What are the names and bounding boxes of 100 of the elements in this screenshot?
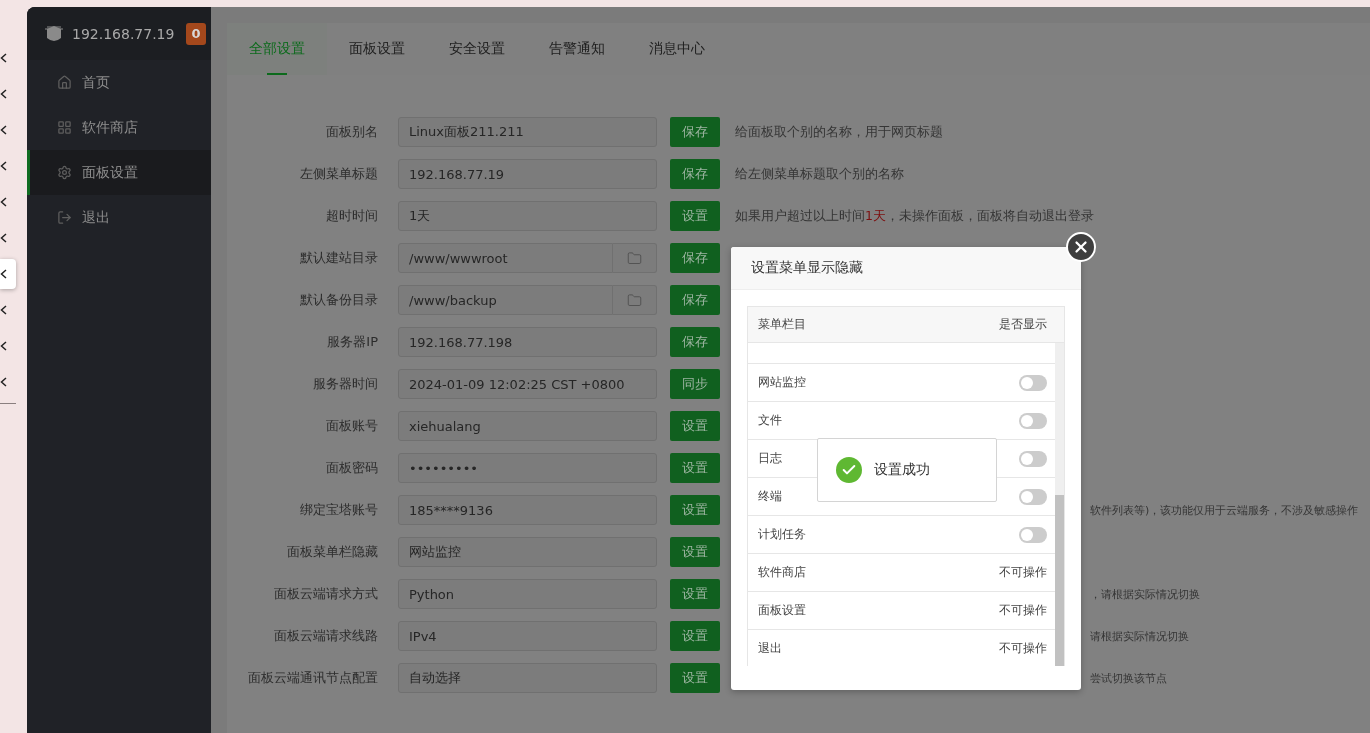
setting-field[interactable]: Linux面板211.211 [398, 117, 657, 147]
close-icon [1072, 238, 1090, 256]
setting-button[interactable]: 保存 [670, 117, 720, 147]
visibility-toggle[interactable] [1019, 374, 1047, 391]
tab[interactable]: 面板设置 [327, 23, 427, 75]
sidebar-item-label: 面板设置 [82, 163, 138, 182]
collapse-tab[interactable] [0, 259, 16, 289]
menu-name-cell: 软件商店 [758, 564, 806, 581]
setting-label: 面板账号 [325, 417, 378, 435]
visibility-toggle[interactable] [1019, 412, 1047, 429]
menu-name-cell: 终端 [758, 488, 782, 505]
setting-button[interactable]: 保存 [670, 285, 720, 315]
setting-label: 服务器时间 [312, 375, 378, 393]
status-cell: 不可操作 [999, 564, 1047, 581]
sidebar-item[interactable]: 软件商店 [27, 105, 211, 150]
setting-field[interactable]: 2024-01-09 12:02:25 CST +0800 [398, 369, 657, 399]
setting-field[interactable]: 网站监控 [398, 537, 657, 567]
setting-field[interactable]: ••••••••• [398, 453, 657, 483]
notification-badge[interactable]: 0 [186, 22, 206, 45]
setting-label: 面板菜单栏隐藏 [286, 543, 378, 561]
chevron-icon [0, 233, 7, 243]
menu-name-cell: 面板设置 [758, 602, 806, 619]
setting-button[interactable]: 保存 [670, 243, 720, 273]
setting-field[interactable]: 1天 [398, 201, 657, 231]
setting-button[interactable]: 设置 [670, 579, 720, 609]
setting-field[interactable]: Python [398, 579, 657, 609]
setting-field[interactable]: 185****9136 [398, 495, 657, 525]
status-cell: 不可操作 [999, 640, 1047, 657]
setting-field[interactable]: 192.168.77.198 [398, 327, 657, 357]
setting-button[interactable]: 保存 [670, 159, 720, 189]
setting-button[interactable]: 保存 [670, 327, 720, 357]
setting-label: 面板别名 [325, 123, 378, 141]
setting-button[interactable]: 设置 [670, 411, 720, 441]
chevron-icon [0, 341, 7, 351]
setting-button[interactable]: 设置 [670, 201, 720, 231]
setting-field[interactable]: /www/wwwroot [398, 243, 613, 273]
exit-icon [57, 210, 72, 225]
setting-button[interactable]: 设置 [670, 537, 720, 567]
setting-label: 超时时间 [325, 207, 378, 225]
status-cell: 不可操作 [999, 602, 1047, 619]
setting-label: 面板云端请求线路 [273, 627, 378, 645]
setting-field[interactable]: /www/backup [398, 285, 613, 315]
setting-description: ，请根据实际情况切换 [1090, 586, 1200, 602]
dialog-title: 设置菜单显示隐藏 [751, 259, 863, 277]
visibility-toggle[interactable] [1019, 488, 1047, 505]
setting-button[interactable]: 设置 [670, 453, 720, 483]
logo-icon [45, 23, 63, 44]
scrollbar[interactable] [1055, 343, 1064, 666]
menu-name-cell: 计划任务 [758, 526, 806, 543]
chevron-icon [0, 161, 7, 171]
setting-description: 如果用户超过以上时间1天，未操作面板，面板将自动退出登录 [735, 207, 1094, 225]
sidebar-item[interactable]: 面板设置 [27, 150, 211, 195]
setting-button[interactable]: 同步 [670, 369, 720, 399]
setting-field[interactable]: IPv4 [398, 621, 657, 651]
setting-description: 给面板取个别的名称，用于网页标题 [735, 123, 943, 141]
menu-name-cell: 文件 [758, 412, 782, 429]
chevron-icon [0, 269, 7, 279]
setting-description: 尝试切换该节点 [1090, 670, 1167, 686]
chevron-icon [0, 53, 7, 63]
setting-label: 默认建站目录 [299, 249, 378, 267]
chevron-icon [0, 89, 7, 99]
menu-name-cell: 网站监控 [758, 374, 806, 391]
tab[interactable]: 消息中心 [627, 23, 727, 75]
setting-label: 默认备份目录 [299, 291, 378, 309]
folder-icon [627, 292, 642, 308]
toast-message: 设置成功 [874, 461, 930, 479]
setting-label: 服务器IP [326, 333, 378, 351]
visibility-toggle[interactable] [1019, 450, 1047, 467]
sidebar-item[interactable]: 首页 [27, 60, 211, 105]
sidebar-item-label: 软件商店 [82, 118, 138, 137]
settings-icon [57, 165, 72, 180]
chevron-icon [0, 197, 7, 207]
setting-button[interactable]: 设置 [670, 621, 720, 651]
setting-description: 给左侧菜单标题取个别的名称 [735, 165, 904, 183]
setting-label: 左侧菜单标题 [299, 165, 378, 183]
setting-description: 软件列表等)，该功能仅用于云端服务，不涉及敏感操作 [1090, 502, 1359, 518]
setting-label: 绑定宝塔账号 [299, 501, 378, 519]
chevron-icon [0, 305, 7, 315]
setting-button[interactable]: 设置 [670, 495, 720, 525]
sidebar-item[interactable]: 退出 [27, 195, 211, 240]
setting-field[interactable]: 192.168.77.19 [398, 159, 657, 189]
folder-icon [627, 250, 642, 266]
tab[interactable]: 告警通知 [527, 23, 627, 75]
visibility-toggle[interactable] [1019, 526, 1047, 543]
setting-field[interactable]: xiehualang [398, 411, 657, 441]
tab[interactable]: 安全设置 [427, 23, 527, 75]
sidebar-title: 192.168.77.19 [72, 25, 176, 42]
sidebar-item-label: 退出 [82, 208, 110, 227]
setting-button[interactable]: 设置 [670, 663, 720, 693]
setting-description: 请根据实际情况切换 [1090, 628, 1189, 644]
sidebar-item-label: 首页 [82, 73, 110, 92]
setting-label: 面板云端请求方式 [273, 585, 378, 603]
setting-field[interactable]: 自动选择 [398, 663, 657, 693]
menu-name-cell: 日志 [758, 450, 782, 467]
menu-name-cell: 退出 [758, 640, 782, 657]
column-header: 是否显示 [999, 316, 1047, 333]
setting-label: 面板密码 [325, 459, 378, 477]
home-icon [57, 75, 72, 90]
column-header: 菜单栏目 [758, 316, 806, 333]
chevron-icon [0, 377, 7, 387]
